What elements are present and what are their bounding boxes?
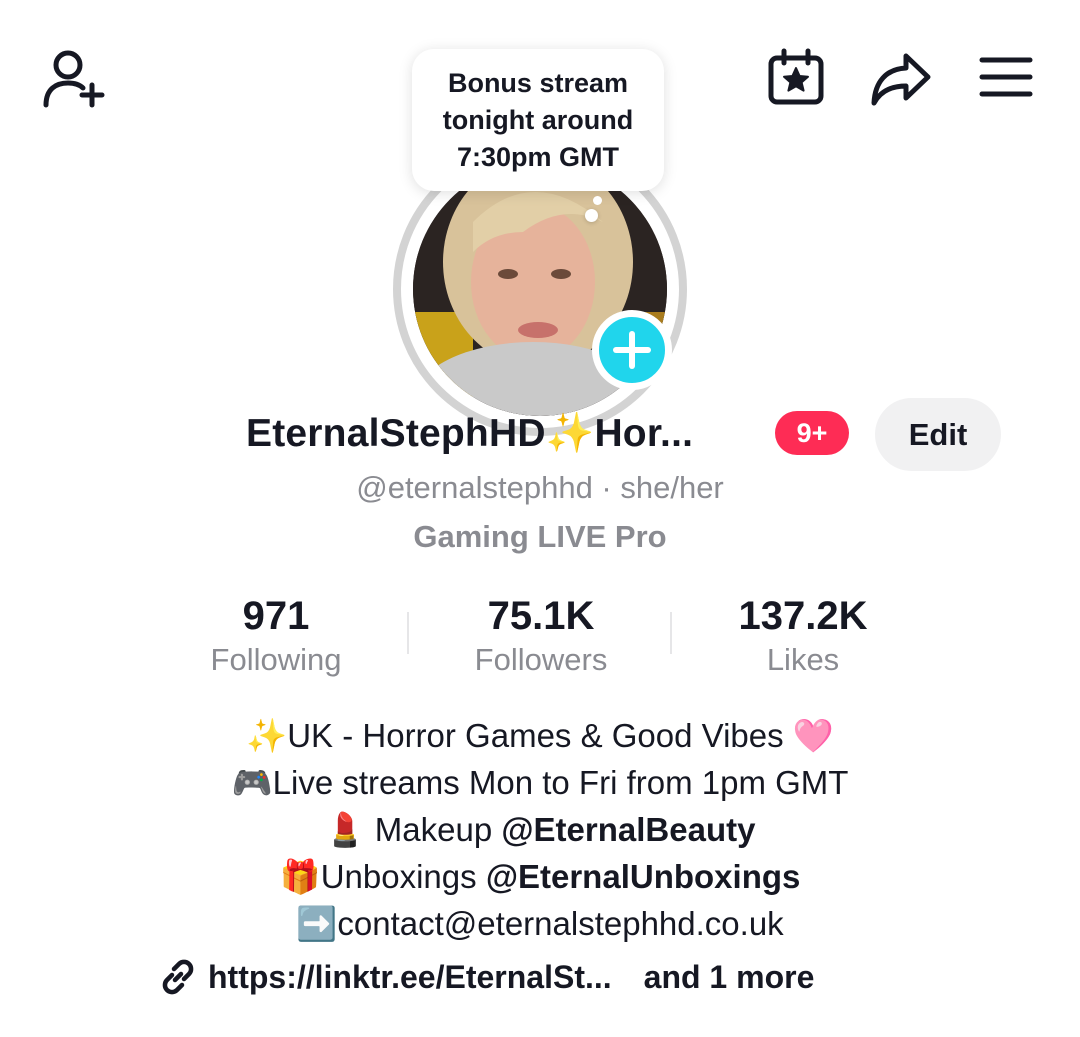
stat-label: Following: [210, 642, 342, 677]
events-button[interactable]: [765, 46, 827, 108]
stat-value: 137.2K: [738, 594, 868, 638]
stat-following[interactable]: 971 Following: [156, 592, 396, 680]
share-arrow-icon: [871, 53, 931, 106]
bio-text: 💄 Makeup: [324, 811, 502, 848]
stat-label: Followers: [474, 642, 608, 677]
stat-divider: [670, 612, 672, 654]
link-chain-icon: [162, 959, 194, 995]
bio-line: 🎁Unboxings @EternalUnboxings: [0, 853, 1080, 900]
mention-link[interactable]: @EternalBeauty: [501, 811, 755, 848]
bio-line: ➡️contact@eternalstephhd.co.uk: [296, 905, 784, 942]
bio-line: 🎮Live streams Mon to Fri from 1pm GMT: [231, 764, 849, 801]
stat-likes[interactable]: 137.2K Likes: [683, 592, 923, 680]
profile-bio: ✨UK - Horror Games & Good Vibes 🩷 🎮Live …: [0, 712, 1080, 947]
mention-link[interactable]: @EternalUnboxings: [486, 858, 801, 895]
stat-divider: [407, 612, 409, 654]
profile-link[interactable]: https://linktr.ee/EternalSt...: [208, 959, 612, 996]
menu-button[interactable]: [978, 54, 1034, 100]
bio-line: 💄 Makeup @EternalBeauty: [0, 806, 1080, 853]
plus-icon: [613, 331, 651, 369]
notification-badge[interactable]: 9+: [775, 411, 849, 455]
bio-line: ✨UK - Horror Games & Good Vibes 🩷: [246, 717, 834, 754]
bubble-tail-dot-small: [585, 209, 598, 222]
add-avatar-button[interactable]: [592, 310, 672, 390]
display-name: EternalStephHD✨Hor...: [246, 412, 694, 455]
hamburger-menu-icon: [979, 57, 1033, 97]
stat-label: Likes: [766, 642, 840, 677]
person-add-icon: [43, 50, 105, 108]
bio-text: 🎁Unboxings: [279, 858, 486, 895]
stat-value: 971: [242, 594, 310, 638]
username-handle: @eternalstephhd · she/her: [356, 470, 724, 505]
more-links-button[interactable]: and 1 more: [644, 959, 815, 996]
profile-link-row[interactable]: https://linktr.ee/EternalSt... and 1 mor…: [158, 955, 814, 999]
stat-value: 75.1K: [487, 594, 595, 638]
bubble-tail-dot: [593, 196, 602, 205]
profile-name-row: EternalStephHD✨Hor... 9+ Edit: [0, 398, 1080, 474]
status-note-text: Bonus stream tonight around 7:30pm GMT: [442, 67, 634, 172]
share-button[interactable]: [868, 50, 934, 108]
stat-followers[interactable]: 75.1K Followers: [421, 592, 661, 680]
calendar-star-icon: [768, 48, 824, 105]
add-friend-button[interactable]: [38, 44, 110, 112]
pro-account-label[interactable]: Gaming LIVE Pro: [0, 519, 1080, 555]
edit-profile-button[interactable]: Edit: [875, 398, 1001, 471]
status-note-bubble[interactable]: Bonus stream tonight around 7:30pm GMT: [412, 49, 664, 191]
